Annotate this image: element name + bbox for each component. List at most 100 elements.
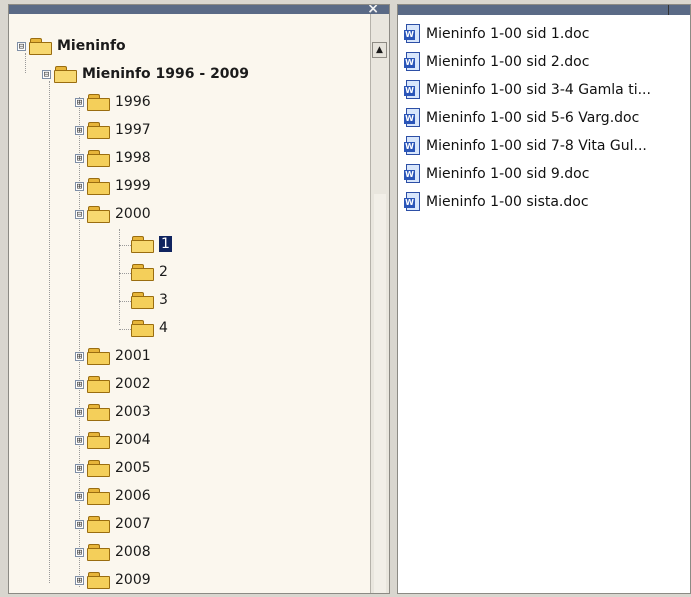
folder-icon [87,375,111,393]
tree-item-label: 2008 [115,544,151,560]
folder-open-icon [29,37,53,55]
tree-item-label: Mieninfo 1996 - 2009 [82,66,250,82]
folder-icon [131,263,155,281]
word-doc-icon: W [404,52,421,72]
tree-item-2005[interactable]: ⊞ 2005 [75,457,151,479]
expand-icon[interactable]: ⊞ [75,379,84,389]
folder-icon [87,403,111,421]
folder-icon [87,177,111,195]
file-item[interactable]: W Mieninfo 1-00 sid 9.doc [404,163,589,185]
tree-item-label: 2000 [115,206,151,222]
expand-icon[interactable]: ⊞ [75,463,84,473]
tree-item-subfolder-4[interactable]: 4 [131,317,168,339]
file-name: Mieninfo 1-00 sid 5-6 Varg.doc [426,110,640,126]
expand-icon[interactable]: ⊞ [75,547,84,557]
tree-item-label: 4 [159,320,168,336]
tree-item-label: 3 [159,292,168,308]
folder-icon [87,543,111,561]
expand-icon[interactable]: ⊞ [75,491,84,501]
tree-item-1998[interactable]: ⊞ 1998 [75,147,151,169]
scroll-up-icon[interactable]: ▲ [372,42,387,58]
folder-icon [87,571,111,589]
folder-icon [87,347,111,365]
word-doc-icon: W [404,24,421,44]
folder-icon [87,459,111,477]
tree-item-2006[interactable]: ⊞ 2006 [75,485,151,507]
expand-icon[interactable]: ⊞ [75,435,84,445]
tree-item-label: 2009 [115,572,151,588]
word-doc-icon: W [404,80,421,100]
tree-item-2001[interactable]: ⊞ 2001 [75,345,151,367]
tree-item-1997[interactable]: ⊞ 1997 [75,119,151,141]
folder-icon [87,487,111,505]
collapse-icon[interactable]: ⊟ [75,209,84,219]
folder-icon [87,93,111,111]
tree-item-2002[interactable]: ⊞ 2002 [75,373,151,395]
file-item[interactable]: W Mieninfo 1-00 sid 1.doc [404,23,589,45]
tree-item-1999[interactable]: ⊞ 1999 [75,175,151,197]
file-name: Mieninfo 1-00 sista.doc [426,194,589,210]
pane-header-bar [9,5,389,14]
tree-item-label: 1997 [115,122,151,138]
tree-guide-line [49,81,50,583]
tree-item-subfolder-1[interactable]: 1 [131,233,172,255]
folder-icon [131,319,155,337]
tree-item-mieninfo-1996-2009[interactable]: ⊟ Mieninfo 1996 - 2009 [42,63,249,85]
folder-icon [131,291,155,309]
column-header-bar [398,5,690,15]
tree-item-label: 1996 [115,94,151,110]
tree-item-2004[interactable]: ⊞ 2004 [75,429,151,451]
tree-item-label: 1998 [115,150,151,166]
tree-item-1996[interactable]: ⊞ 1996 [75,91,151,113]
expand-icon[interactable]: ⊞ [75,575,84,585]
folder-icon [87,121,111,139]
expand-icon[interactable]: ⊞ [75,153,84,163]
tree-item-label: 2 [159,264,168,280]
file-item[interactable]: W Mieninfo 1-00 sista.doc [404,191,589,213]
tree-item-mieninfo[interactable]: ⊟ Mieninfo [17,35,126,57]
file-item[interactable]: W Mieninfo 1-00 sid 2.doc [404,51,589,73]
tree-item-2009[interactable]: ⊞ 2009 [75,569,151,591]
folder-tree-pane: × ⊟ Mieninfo ⊟ Mieninfo 1996 - 2009 ⊞ 19… [8,4,390,594]
file-name: Mieninfo 1-00 sid 3-4 Gamla ti... [426,82,651,98]
tree-item-2008[interactable]: ⊞ 2008 [75,541,151,563]
expand-icon[interactable]: ⊞ [75,181,84,191]
collapse-icon[interactable]: ⊟ [17,41,26,51]
tree-item-2000[interactable]: ⊟ 2000 [75,203,151,225]
column-header-name[interactable] [398,5,669,15]
tree-item-label: 2007 [115,516,151,532]
tree-item-label: 1 [159,236,172,252]
collapse-icon[interactable]: ⊟ [42,69,51,79]
tree-item-label: 2002 [115,376,151,392]
tree-item-subfolder-2[interactable]: 2 [131,261,168,283]
folder-icon [87,431,111,449]
tree-item-subfolder-3[interactable]: 3 [131,289,168,311]
file-list-pane: W Mieninfo 1-00 sid 1.doc W Mieninfo 1-0… [397,4,691,594]
tree-item-label: 1999 [115,178,151,194]
file-name: Mieninfo 1-00 sid 2.doc [426,54,590,70]
expand-icon[interactable]: ⊞ [75,351,84,361]
word-doc-icon: W [404,136,421,156]
folder-open-icon [87,205,111,223]
tree-item-label: 2003 [115,404,151,420]
word-doc-icon: W [404,108,421,128]
expand-icon[interactable]: ⊞ [75,407,84,417]
expand-icon[interactable]: ⊞ [75,125,84,135]
tree-item-2003[interactable]: ⊞ 2003 [75,401,151,423]
word-doc-icon: W [404,164,421,184]
file-item[interactable]: W Mieninfo 1-00 sid 3-4 Gamla ti... [404,79,651,101]
tree-item-label: 2004 [115,432,151,448]
file-item[interactable]: W Mieninfo 1-00 sid 5-6 Varg.doc [404,107,639,129]
tree-item-label: 2006 [115,488,151,504]
folder-icon [87,515,111,533]
tree-item-2007[interactable]: ⊞ 2007 [75,513,151,535]
tree-item-label: 2005 [115,460,151,476]
folder-open-icon [131,235,155,253]
expand-icon[interactable]: ⊞ [75,519,84,529]
tree-item-label: Mieninfo [57,38,126,54]
scrollbar-track[interactable] [374,194,386,593]
tree-item-label: 2001 [115,348,151,364]
vertical-scrollbar[interactable]: ▲ [370,14,389,593]
expand-icon[interactable]: ⊞ [75,97,84,107]
file-item[interactable]: W Mieninfo 1-00 sid 7-8 Vita Gul... [404,135,647,157]
